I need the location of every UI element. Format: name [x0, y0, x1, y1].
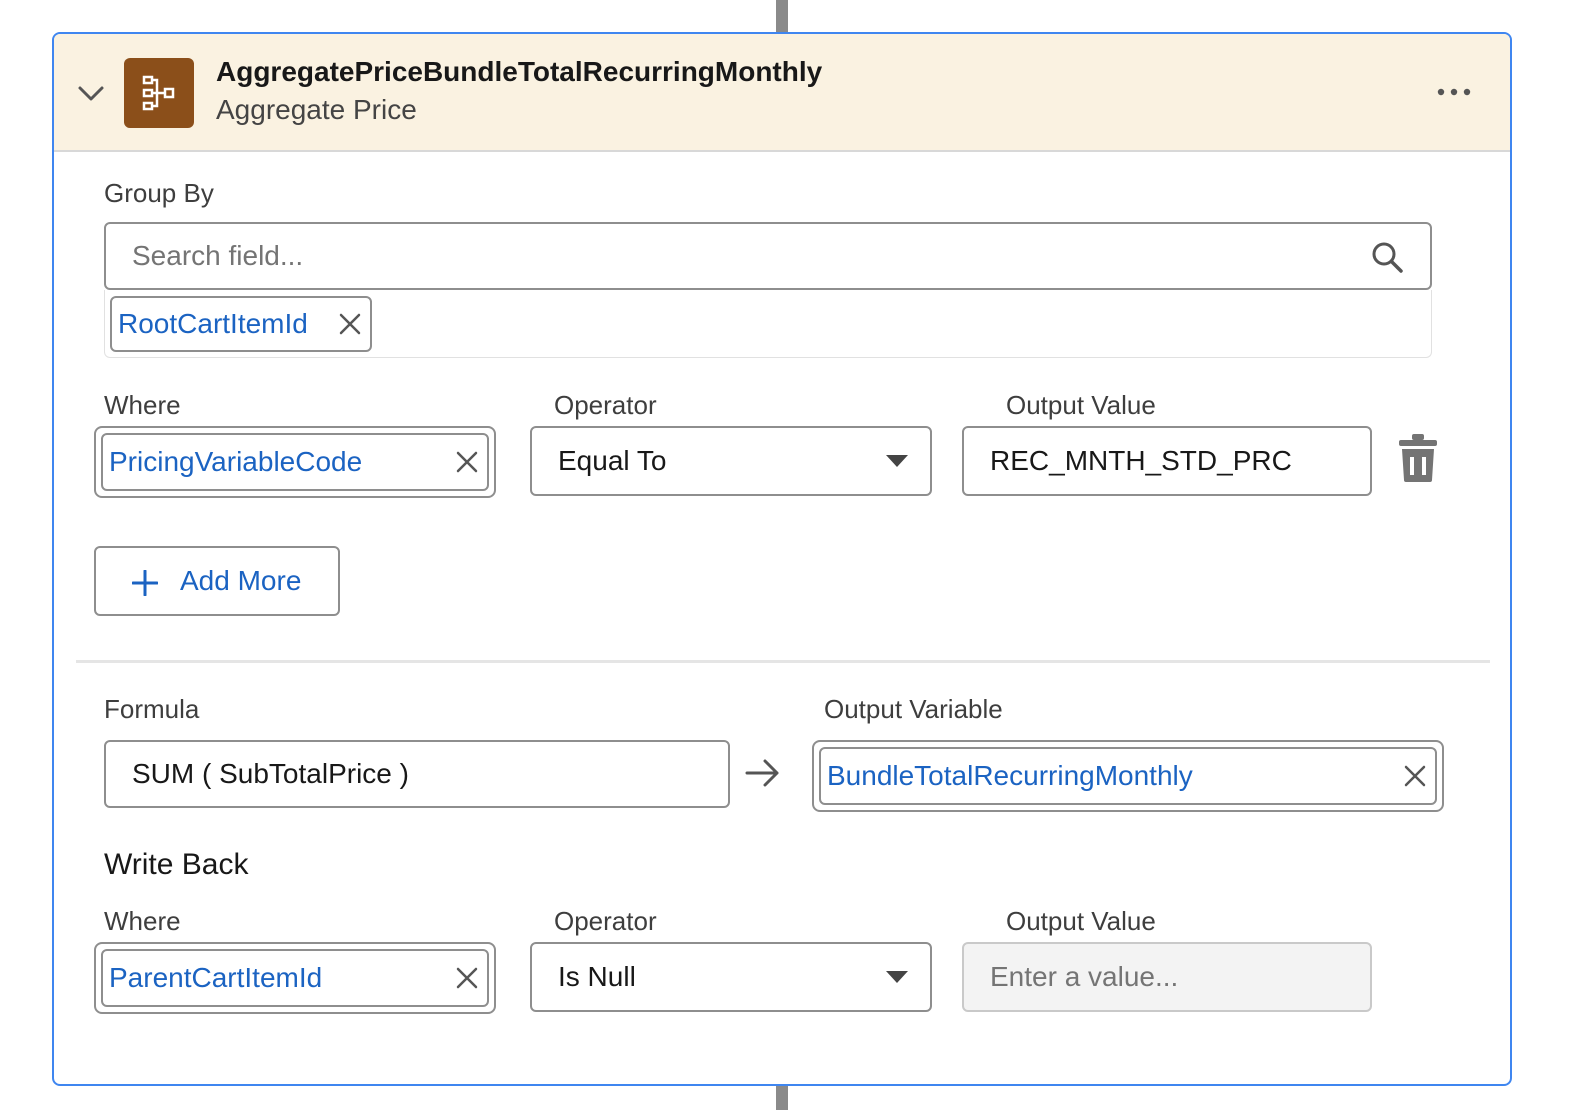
- write-back-where-value: ParentCartItemId: [109, 962, 323, 993]
- where-label: Where: [104, 390, 181, 420]
- where-field-pill[interactable]: PricingVariableCode: [101, 433, 489, 491]
- card-header: AggregatePriceBundleTotalRecurringMonthl…: [54, 34, 1510, 152]
- output-value-label: Output Value: [1006, 390, 1156, 420]
- more-actions-icon[interactable]: [1434, 82, 1474, 102]
- write-back-where-lookup[interactable]: ParentCartItemId: [94, 942, 496, 1014]
- group-by-search-input[interactable]: Search field...: [104, 222, 1432, 290]
- where-field-value: PricingVariableCode: [109, 446, 363, 477]
- search-placeholder: Search field...: [132, 240, 304, 271]
- remove-icon[interactable]: [455, 450, 479, 474]
- remove-icon[interactable]: [1403, 764, 1427, 788]
- output-variable-value: BundleTotalRecurringMonthly: [827, 760, 1193, 791]
- operator-label: Operator: [554, 390, 657, 420]
- remove-icon[interactable]: [338, 312, 362, 336]
- write-back-output-label: Output Value: [1006, 906, 1156, 936]
- search-icon: [1372, 242, 1403, 273]
- pill-label: RootCartItemId: [118, 308, 308, 339]
- write-back-operator-select[interactable]: Is Null: [530, 942, 932, 1012]
- flow-connector-bottom: [776, 1086, 788, 1110]
- write-back-where-pill[interactable]: ParentCartItemId: [101, 949, 489, 1007]
- write-back-heading: Write Back: [104, 848, 249, 881]
- arrow-right-icon: [745, 759, 779, 787]
- output-variable-lookup[interactable]: BundleTotalRecurringMonthly: [812, 740, 1444, 812]
- formula-value: SUM ( SubTotalPrice ): [132, 758, 409, 789]
- selected-field-pill[interactable]: RootCartItemId: [110, 296, 372, 352]
- section-divider: [76, 660, 1490, 663]
- caret-down-icon: [886, 971, 908, 983]
- add-icon: [132, 570, 158, 596]
- aggregate-price-card: AggregatePriceBundleTotalRecurringMonthl…: [52, 32, 1512, 1086]
- flow-connector-top: [776, 0, 788, 34]
- operator-select[interactable]: Equal To: [530, 426, 932, 496]
- add-more-label: Add More: [180, 565, 302, 596]
- output-variable-label: Output Variable: [824, 694, 1003, 724]
- delete-icon[interactable]: [1396, 432, 1440, 484]
- output-value-input[interactable]: REC_MNTH_STD_PRC: [962, 426, 1372, 496]
- group-by-label: Group By: [104, 178, 214, 208]
- write-back-where-label: Where: [104, 906, 181, 936]
- where-field-lookup[interactable]: PricingVariableCode: [94, 426, 496, 498]
- output-value: REC_MNTH_STD_PRC: [990, 445, 1292, 476]
- write-back-output-input[interactable]: Enter a value...: [962, 942, 1372, 1012]
- write-back-operator-label: Operator: [554, 906, 657, 936]
- node-type-label: Aggregate Price: [216, 94, 417, 125]
- write-back-operator-value: Is Null: [558, 961, 636, 992]
- chevron-down-icon[interactable]: [76, 78, 106, 108]
- formula-input[interactable]: SUM ( SubTotalPrice ): [104, 740, 730, 808]
- add-more-button[interactable]: Add More: [94, 546, 340, 616]
- write-back-output-placeholder: Enter a value...: [990, 961, 1179, 992]
- caret-down-icon: [886, 455, 908, 467]
- aggregate-hierarchy-icon: [124, 58, 194, 128]
- remove-icon[interactable]: [455, 966, 479, 990]
- operator-value: Equal To: [558, 445, 667, 476]
- output-variable-pill[interactable]: BundleTotalRecurringMonthly: [819, 747, 1437, 805]
- node-title: AggregatePriceBundleTotalRecurringMonthl…: [216, 56, 823, 87]
- formula-label: Formula: [104, 694, 200, 724]
